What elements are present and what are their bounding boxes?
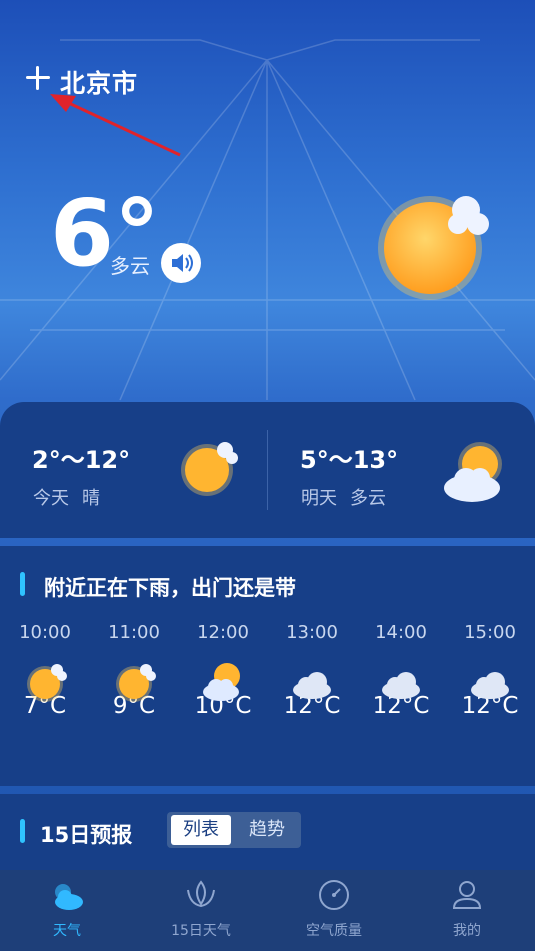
weather-tip-text: 附近正在下雨，出门还是带 — [44, 576, 296, 600]
tab-15-day[interactable]: 15日天气 — [134, 870, 268, 951]
tab-air-quality[interactable]: 空气质量 — [267, 870, 401, 951]
hour-time: 14:00 — [375, 622, 427, 643]
add-city-button[interactable] — [24, 64, 52, 92]
sun-cloud-icon — [378, 196, 489, 300]
hourly-item: 13:00 12°C — [272, 622, 352, 719]
partly-cloudy-icon — [203, 663, 240, 701]
tomorrow-temp-range: 5°～13° — [300, 446, 399, 474]
tomorrow-condition: 多云 — [350, 488, 386, 509]
hour-time: 12:00 — [197, 622, 249, 643]
speaker-button[interactable] — [161, 243, 201, 283]
hourly-item: 14:00 12°C — [361, 622, 441, 719]
gauge-icon — [319, 880, 349, 910]
tomorrow-label: 明天 — [301, 488, 337, 509]
tab-15-day-label: 15日天气 — [171, 923, 231, 939]
tab-weather-label: 天气 — [53, 923, 81, 939]
today-condition: 晴 — [82, 488, 100, 509]
cloud-icon — [471, 672, 509, 699]
cloud-icon — [382, 672, 420, 699]
hourly-item: 15:00 12°C — [450, 622, 530, 719]
hour-time: 10:00 — [19, 622, 71, 643]
today-label: 今天 — [33, 488, 69, 509]
hourly-item: 12:00 10°C — [183, 622, 263, 719]
hour-time: 15:00 — [464, 622, 516, 643]
hourly-item: 11:00 9°C — [94, 622, 174, 719]
weather-tab-icon — [55, 884, 83, 910]
tab-mine[interactable]: 我的 — [400, 870, 534, 951]
lotus-icon — [187, 880, 215, 908]
section-marker — [20, 572, 25, 596]
list-view-tab[interactable]: 列表 — [171, 815, 231, 845]
fifteen-day-title: 15日预报 — [40, 823, 133, 847]
tab-air-quality-label: 空气质量 — [306, 923, 362, 939]
sun-cloud-icon — [27, 664, 67, 702]
hour-time: 11:00 — [108, 622, 160, 643]
partly-cloudy-icon — [444, 442, 502, 502]
tab-mine-label: 我的 — [453, 923, 481, 939]
hourly-item: 10:00 7°C — [5, 622, 85, 719]
section-marker — [20, 819, 25, 843]
tab-weather[interactable]: 天气 — [0, 870, 134, 951]
annotation-arrow-icon — [50, 94, 181, 157]
sun-cloud-icon — [181, 442, 238, 496]
today-temp-range: 2°～12° — [32, 446, 131, 474]
sun-cloud-icon — [116, 664, 156, 702]
divider — [267, 430, 268, 510]
trend-view-tab[interactable]: 趋势 — [236, 815, 298, 845]
hour-time: 13:00 — [286, 622, 338, 643]
user-icon — [452, 881, 482, 909]
cloud-icon — [293, 672, 331, 699]
current-condition: 多云 — [110, 254, 150, 278]
speaker-icon — [172, 254, 193, 272]
